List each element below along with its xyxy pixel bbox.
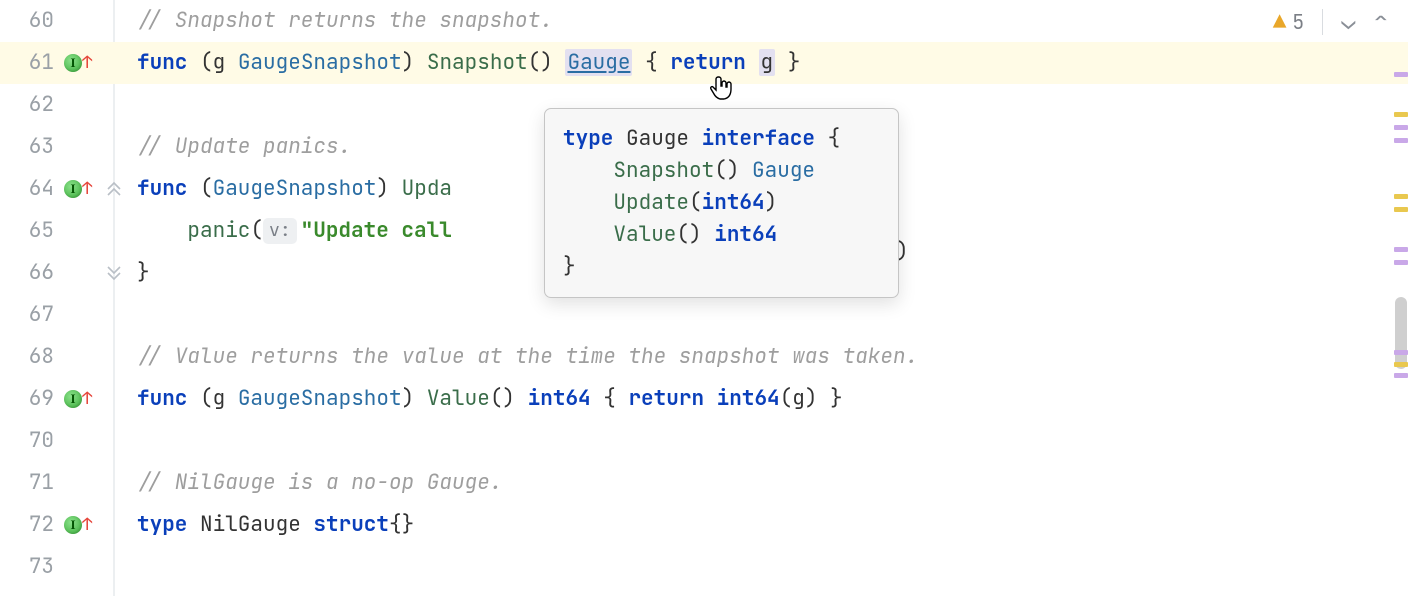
line-number: 63 xyxy=(0,126,60,168)
code-line[interactable]: 68 // Value returns the value at the tim… xyxy=(0,336,1408,378)
code-line[interactable]: 60 // Snapshot returns the snapshot. xyxy=(0,0,1408,42)
warnings-indicator[interactable]: ▲ 5 xyxy=(1273,7,1304,36)
fold-toggle-end-icon[interactable] xyxy=(104,263,124,283)
stripe-marker[interactable] xyxy=(1394,72,1408,77)
line-number: 68 xyxy=(0,336,60,378)
inspection-status: ▲ 5 ⌄ ⌃ xyxy=(1273,6,1388,37)
stripe-marker[interactable] xyxy=(1394,362,1408,367)
code-line[interactable]: 70 xyxy=(0,420,1408,462)
line-number: 66 xyxy=(0,252,60,294)
go-to-super-icon[interactable]: ↑ xyxy=(82,504,92,546)
fold-toggle-start-icon[interactable] xyxy=(104,179,124,199)
code-editor[interactable]: ▲ 5 ⌄ ⌃ 60 // Snapshot returns the snaps… xyxy=(0,0,1408,596)
code-line[interactable]: 71 // NilGauge is a no-op Gauge. xyxy=(0,462,1408,504)
scrollbar-thumb[interactable] xyxy=(1395,297,1407,369)
code-text[interactable]: func (g GaugeSnapshot) Snapshot() Gauge … xyxy=(115,42,800,84)
parameter-hint: v: xyxy=(263,218,297,244)
code-line[interactable]: 73 xyxy=(0,546,1408,588)
line-number: 64 xyxy=(0,168,60,210)
line-number: 70 xyxy=(0,420,60,462)
editor-lines[interactable]: 60 // Snapshot returns the snapshot. 61 … xyxy=(0,0,1408,596)
stripe-marker[interactable] xyxy=(1394,112,1408,117)
warning-count: 5 xyxy=(1292,9,1304,35)
gutter-cell[interactable]: I ↑ xyxy=(60,378,115,420)
stripe-marker[interactable] xyxy=(1394,138,1408,143)
warning-icon: ▲ xyxy=(1273,7,1286,36)
gutter-cell[interactable]: I ↑ xyxy=(60,42,115,84)
line-number: 61 xyxy=(0,42,60,84)
line-number: 62 xyxy=(0,84,60,126)
code-line[interactable]: 69 I ↑ func (g GaugeSnapshot) Value() in… xyxy=(0,378,1408,420)
line-number: 71 xyxy=(0,462,60,504)
error-stripe[interactable] xyxy=(1394,0,1408,596)
implements-interface-icon[interactable]: I xyxy=(64,54,82,72)
stripe-marker[interactable] xyxy=(1394,260,1408,265)
line-number: 60 xyxy=(0,0,60,42)
quick-definition-popup[interactable]: type Gauge interface { Snapshot() Gauge … xyxy=(544,108,899,298)
go-to-super-icon[interactable]: ↑ xyxy=(82,378,92,420)
line-number: 65 xyxy=(0,210,60,252)
next-occurrence-chevron-down-icon[interactable]: ⌄ xyxy=(1341,6,1355,37)
implements-interface-icon[interactable]: I xyxy=(64,516,82,534)
code-line[interactable]: 72 I ↑ type NilGauge struct{} xyxy=(0,504,1408,546)
stripe-marker[interactable] xyxy=(1394,247,1408,252)
code-line[interactable]: 61 I ↑ func (g GaugeSnapshot) Snapshot()… xyxy=(0,42,1408,84)
stripe-marker[interactable] xyxy=(1394,125,1408,130)
gutter-cell xyxy=(60,0,115,42)
line-number: 69 xyxy=(0,378,60,420)
line-number: 73 xyxy=(0,546,60,588)
type-link-gauge[interactable]: Gauge xyxy=(567,49,630,76)
go-to-super-icon[interactable]: ↑ xyxy=(82,42,92,84)
implements-interface-icon[interactable]: I xyxy=(64,390,82,408)
code-line[interactable]: 67 xyxy=(0,294,1408,336)
go-to-super-icon[interactable]: ↑ xyxy=(82,168,92,210)
stripe-marker[interactable] xyxy=(1394,207,1408,212)
implements-interface-icon[interactable]: I xyxy=(64,180,82,198)
stripe-marker[interactable] xyxy=(1394,194,1408,199)
line-number: 72 xyxy=(0,504,60,546)
prev-occurrence-chevron-up-icon[interactable]: ⌃ xyxy=(1374,6,1388,37)
stripe-marker[interactable] xyxy=(1394,373,1408,378)
line-number: 67 xyxy=(0,294,60,336)
separator xyxy=(1322,9,1323,35)
code-text[interactable]: // Snapshot returns the snapshot. xyxy=(115,0,553,42)
stripe-marker[interactable] xyxy=(1394,350,1408,355)
gutter-cell[interactable]: I ↑ xyxy=(60,504,115,546)
